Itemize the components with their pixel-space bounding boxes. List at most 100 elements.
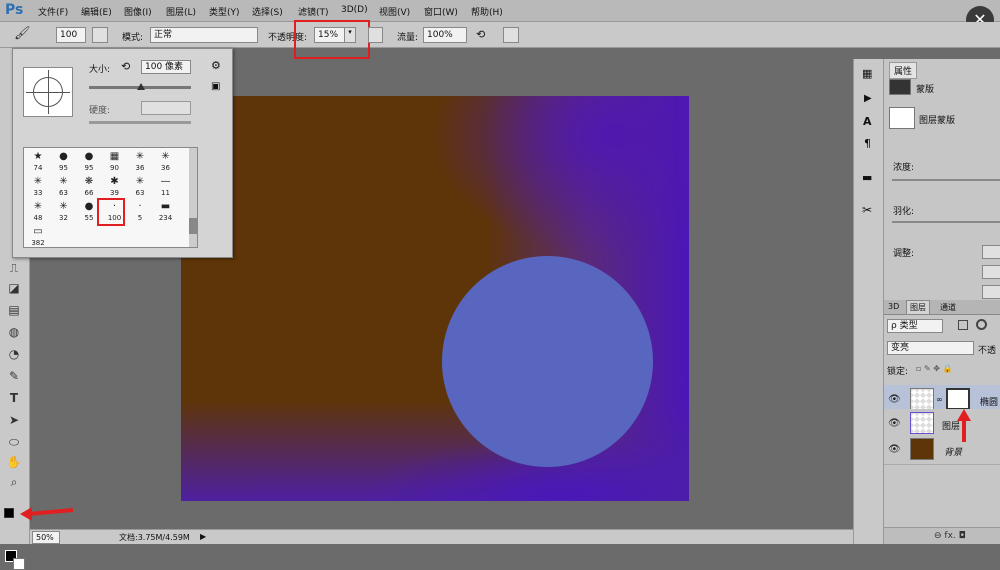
properties-tab[interactable]: 属性 (889, 62, 918, 79)
menu-layer[interactable]: 图层(L) (166, 5, 196, 18)
hand-tool-icon[interactable]: ✋ (4, 452, 24, 472)
invert-button[interactable] (982, 285, 1000, 299)
visibility-eye-icon[interactable]: 👁 (888, 418, 901, 429)
menu-file[interactable]: 文件(F) (38, 5, 68, 18)
brush-preset-cell[interactable]: ✳ 48 (26, 200, 50, 224)
brush-tip-icon: ✳ (59, 176, 68, 187)
mask-edge-button[interactable] (982, 245, 1000, 259)
brush-size-label: 382 (31, 239, 45, 247)
menu-image[interactable]: 图像(I) (124, 5, 152, 18)
brush-preset-cell[interactable]: ▬ 234 (154, 200, 178, 224)
brush-preset-cell[interactable]: — 11 (154, 175, 178, 199)
menu-filter[interactable]: 滤镜(T) (298, 5, 329, 18)
brush-preset-cell[interactable]: ✳ 36 (128, 150, 152, 174)
filter-pixel-icon[interactable] (958, 320, 968, 330)
opacity-short-label: 不透 (978, 346, 997, 356)
density-slider[interactable] (892, 179, 1000, 181)
clone-stamp-tool-icon[interactable]: ⎍ (4, 258, 24, 278)
brush-tip-icon: ✳ (161, 151, 170, 162)
tab-channels[interactable]: 通道 (940, 302, 956, 313)
gradient-tool-icon[interactable]: ▤ (4, 300, 24, 320)
brush-tip-icon: ✳ (59, 201, 68, 212)
path-select-tool-icon[interactable]: ➤ (4, 410, 24, 430)
blur-tool-icon[interactable]: ◍ (4, 322, 24, 342)
brush-panel-toggle-icon[interactable] (92, 27, 108, 43)
character-icon[interactable]: A (863, 115, 872, 128)
brush-tip-icon: · (138, 201, 142, 212)
menu-type[interactable]: 类型(Y) (209, 5, 240, 18)
hardness-slider-track[interactable] (89, 121, 191, 124)
tab-3d[interactable]: 3D (888, 302, 899, 311)
background-layer-thumb (910, 438, 934, 460)
brush-preset-cell[interactable]: ✱ 39 (103, 175, 127, 199)
type-tool-icon[interactable]: T (4, 388, 24, 408)
brush-tip-icon: ✳ (33, 201, 43, 212)
actions-play-icon[interactable]: ▶ (864, 93, 872, 104)
brush-tool-icon[interactable]: 🖌 (14, 26, 31, 41)
brush-preset-cell[interactable]: ▦ 90 (103, 150, 127, 174)
zoom-level-input[interactable]: 50% (32, 531, 60, 544)
opacity-dropdown[interactable]: ▾ (344, 27, 356, 43)
layer-filter-select[interactable]: ρ 类型 (887, 319, 943, 333)
visibility-eye-icon[interactable]: 👁 (888, 444, 901, 455)
new-preset-icon[interactable]: ▣ (211, 81, 220, 92)
properties-icon[interactable]: ▬ (862, 171, 872, 184)
default-colors-icon[interactable] (4, 508, 14, 518)
hardness-input[interactable] (141, 101, 191, 115)
blend-mode-select[interactable]: 变亮 (887, 341, 974, 355)
brush-preset-cell[interactable]: ✳ 33 (26, 175, 50, 199)
brush-size-label: 32 (59, 214, 68, 222)
menu-edit[interactable]: 编辑(E) (81, 5, 112, 18)
brush-preset-cell[interactable]: · 5 (128, 200, 152, 224)
flow-input[interactable]: 100% (423, 27, 467, 43)
paragraph-icon[interactable]: ¶ (864, 137, 871, 150)
size-slider-handle[interactable] (137, 83, 145, 90)
airbrush-icon[interactable]: ⟲ (476, 28, 485, 41)
status-menu-arrow-icon[interactable]: ▶ (200, 532, 206, 541)
brush-preset-cell[interactable]: ● 95 (52, 150, 76, 174)
feather-slider[interactable] (892, 221, 1000, 223)
eraser-tool-icon[interactable]: ◪ (4, 278, 24, 298)
pressure-opacity-icon[interactable] (368, 27, 383, 43)
brush-preset-cell[interactable]: ✳ 63 (52, 175, 76, 199)
lock-icons[interactable]: ▫ ✎ ✥ 🔒 (916, 364, 952, 373)
preset-scrollbar[interactable] (189, 148, 197, 247)
brush-preset-cell[interactable]: ● 95 (77, 150, 101, 174)
background-color-swatch[interactable] (13, 558, 25, 570)
ellipse-tool-icon[interactable]: ⬭ (4, 432, 24, 452)
layer-footer-icons[interactable]: ⊖ fx. ◘ (934, 531, 966, 541)
menu-3d[interactable]: 3D(D) (341, 5, 368, 15)
brush-size-picker[interactable]: 100 (56, 27, 86, 43)
size-input[interactable]: 100 像素 (141, 60, 191, 74)
brush-tip-icon: — (160, 176, 171, 187)
tab-layers[interactable]: 图层 (906, 300, 930, 315)
pen-tool-icon[interactable]: ✎ (4, 366, 24, 386)
tool-presets-icon[interactable]: ✂ (862, 203, 872, 217)
brush-size-label: 33 (33, 189, 43, 197)
link-icon[interactable]: ∞ (936, 395, 943, 404)
reset-size-icon[interactable]: ⟲ (121, 60, 130, 73)
brush-preset-cell[interactable]: ✳ 32 (52, 200, 76, 224)
mode-select[interactable]: 正常 (150, 27, 258, 43)
pressure-size-icon[interactable] (503, 27, 519, 43)
ellipse-mask-thumb[interactable] (946, 388, 970, 410)
brush-preset-cell[interactable]: ✳ 36 (154, 150, 178, 174)
history-icon[interactable]: ▦ (862, 67, 872, 80)
ellipse-shape[interactable] (442, 256, 653, 467)
layer-row-background[interactable]: 👁 背景 (884, 435, 1000, 465)
menu-select[interactable]: 选择(S) (252, 5, 283, 18)
color-range-button[interactable] (982, 265, 1000, 279)
brush-preset-cell[interactable]: ✳ 63 (128, 175, 152, 199)
visibility-eye-icon[interactable]: 👁 (888, 394, 901, 405)
brush-preset-cell[interactable]: ▭ 382 (26, 225, 50, 249)
filter-adjust-icon[interactable] (976, 319, 987, 330)
menu-window[interactable]: 窗口(W) (424, 5, 458, 18)
brush-preset-cell[interactable]: ★ 74 (26, 150, 50, 174)
dodge-tool-icon[interactable]: ◔ (4, 344, 24, 364)
panel-icon-strip: ▦ ▶ A ¶ ▬ ✂ (853, 59, 883, 544)
panel-settings-gear-icon[interactable]: ⚙ (211, 59, 221, 72)
menu-view[interactable]: 视图(V) (379, 5, 410, 18)
brush-preset-cell[interactable]: ❋ 66 (77, 175, 101, 199)
zoom-tool-icon[interactable]: ⌕ (4, 472, 24, 492)
menu-help[interactable]: 帮助(H) (471, 5, 503, 18)
